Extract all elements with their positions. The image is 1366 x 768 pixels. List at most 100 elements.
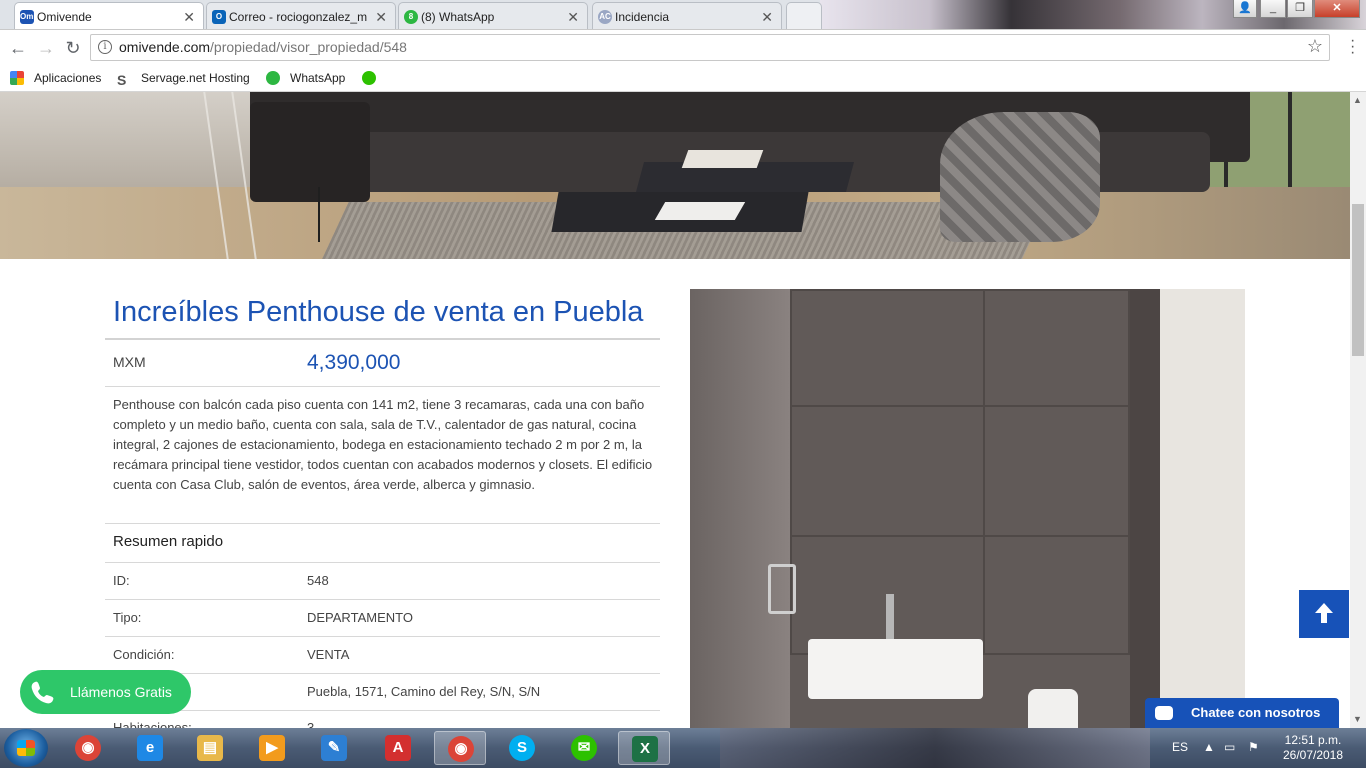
taskbar-app-3[interactable]: ▶ <box>246 731 298 765</box>
summary-value-ubicacion: Puebla, 1571, Camino del Rey, S/N, S/N <box>307 684 541 699</box>
property-photo[interactable] <box>690 289 1245 728</box>
summary-value-habitaciones: 3 <box>307 720 315 728</box>
pen-app-taskbar-icon: ✎ <box>321 735 347 761</box>
divider <box>105 562 660 563</box>
new-tab-button[interactable] <box>786 2 822 29</box>
currency-label: MXM <box>113 354 146 370</box>
photo-tile <box>983 535 1130 655</box>
apps-grid-icon <box>10 71 24 85</box>
wechat-icon <box>362 71 376 85</box>
summary-value-condicion: VENTA <box>307 647 350 662</box>
hero-book <box>681 150 764 168</box>
restore-button[interactable]: ❐ <box>1287 0 1313 18</box>
taskbar-app-6[interactable]: ◉ <box>434 731 486 765</box>
action-center-flag-icon[interactable]: ⚑ <box>1248 740 1259 754</box>
page-scrollbar[interactable]: ▲ ▼ <box>1350 92 1366 728</box>
scroll-down-arrow-icon[interactable]: ▼ <box>1353 714 1362 724</box>
tab-incidencia[interactable]: AC Incidencia ✕ <box>592 2 782 29</box>
taskbar-app-7[interactable]: S <box>496 731 548 765</box>
bookmark-star-icon[interactable]: ☆ <box>1307 36 1323 57</box>
tab-label: Omivende <box>37 10 92 24</box>
forward-arrow-icon[interactable]: → <box>36 38 56 58</box>
photo-sink <box>808 639 983 699</box>
language-indicator[interactable]: ES <box>1172 740 1188 754</box>
tab-omivende[interactable]: Omi Omivende ✕ <box>14 2 204 29</box>
page-viewport: Increíbles Penthouse de venta en Puebla … <box>0 92 1350 728</box>
close-tab-icon[interactable]: ✕ <box>371 3 387 29</box>
url-text[interactable]: omivende.com/propiedad/visor_propiedad/5… <box>119 35 407 60</box>
taskbar-app-8[interactable]: ✉ <box>558 731 610 765</box>
system-clock[interactable]: 12:51 p.m. 26/07/2018 <box>1278 733 1348 763</box>
show-hidden-icons-icon[interactable]: ▲ <box>1203 740 1215 754</box>
scrollbar-thumb[interactable] <box>1352 204 1364 356</box>
taskbar-app-2[interactable]: ▤ <box>184 731 236 765</box>
media-player-taskbar-icon: ▶ <box>259 735 285 761</box>
call-free-label: Llámenos Gratis <box>70 684 172 700</box>
clock-date: 26/07/2018 <box>1282 748 1344 762</box>
photo-door-frame <box>690 289 790 728</box>
divider <box>105 599 660 600</box>
taskbar-app-0[interactable]: ◉ <box>62 731 114 765</box>
reload-icon[interactable]: ↻ <box>63 38 83 58</box>
divider <box>105 523 660 524</box>
close-tab-icon[interactable]: ✕ <box>567 3 579 29</box>
divider <box>105 710 660 711</box>
outlook-favicon-icon: O <box>212 10 226 24</box>
clock-time: 12:51 p.m. <box>1284 733 1342 747</box>
close-tab-icon[interactable]: ✕ <box>183 3 195 29</box>
taskbar-app-1[interactable]: e <box>124 731 176 765</box>
start-button[interactable] <box>4 729 48 767</box>
tab-strip: Omi Omivende ✕ O Correo - rociogonzalez_… <box>0 0 1366 30</box>
bookmark-wechat[interactable] <box>362 65 386 91</box>
chrome-menu-icon[interactable]: · · · <box>1350 33 1356 61</box>
hero-sofa-arm <box>250 102 370 202</box>
bookmark-whatsapp[interactable]: WhatsApp <box>266 65 345 91</box>
summary-label-habitaciones: Habitaciones: <box>113 720 192 728</box>
chat-button[interactable]: Chatee con nosotros <box>1145 698 1339 728</box>
summary-value-id: 548 <box>307 573 329 588</box>
back-to-top-button[interactable] <box>1299 590 1349 638</box>
back-arrow-icon[interactable]: ← <box>8 38 28 58</box>
chat-label: Chatee con nosotros <box>1191 705 1321 720</box>
omivende-favicon-icon: Omi <box>20 10 36 24</box>
hero-blanket <box>940 112 1100 242</box>
divider <box>105 673 660 674</box>
hero-banner-image <box>0 92 1350 259</box>
taskbar-app-9[interactable]: X <box>618 731 670 765</box>
chrome-active-taskbar-icon: ◉ <box>448 736 474 762</box>
minimize-button[interactable]: _ <box>1260 0 1286 18</box>
bookmark-servage[interactable]: S Servage.net Hosting <box>117 65 250 91</box>
photo-faucet <box>886 594 894 639</box>
bookmark-aplicaciones[interactable]: Aplicaciones <box>10 65 101 91</box>
site-info-icon[interactable]: i <box>98 40 112 54</box>
property-title: Increíbles Penthouse de venta en Puebla <box>113 296 644 328</box>
close-window-button[interactable]: ✕ <box>1314 0 1360 18</box>
windows-taskbar: ◉ e ▤ ▶ ✎ A ◉ S ✉ X ES ▲ ▭ ⚑ 12:51 p.m. … <box>0 728 1366 768</box>
taskbar-app-4[interactable]: ✎ <box>308 731 360 765</box>
summary-heading: Resumen rapido <box>113 533 224 550</box>
summary-label-condicion: Condición: <box>113 647 175 662</box>
call-free-button[interactable]: Llámenos Gratis <box>20 670 191 714</box>
bookmarks-bar: Aplicaciones S Servage.net Hosting WhatsA… <box>0 65 1366 92</box>
property-description: Penthouse con balcón cada piso cuenta co… <box>113 397 653 492</box>
property-price: 4,390,000 <box>307 351 401 374</box>
close-tab-icon[interactable]: ✕ <box>761 3 773 29</box>
scroll-up-arrow-icon[interactable]: ▲ <box>1353 95 1362 105</box>
file-explorer-taskbar-icon: ▤ <box>197 735 223 761</box>
servage-icon: S <box>117 72 127 88</box>
network-icon[interactable]: ▭ <box>1224 740 1235 754</box>
address-bar[interactable]: i omivende.com/propiedad/visor_propiedad… <box>90 34 1330 61</box>
taskbar-wallpaper <box>720 728 1150 768</box>
windows-logo-icon <box>17 740 35 756</box>
photo-towel-hanger <box>768 564 796 614</box>
tab-whatsapp[interactable]: 8 (8) WhatsApp ✕ <box>398 2 588 29</box>
profile-button[interactable]: 👤 <box>1233 0 1257 18</box>
tab-correo[interactable]: O Correo - rociogonzalez_m ✕ <box>206 2 396 29</box>
hero-plate <box>654 202 746 220</box>
taskbar-app-5[interactable]: A <box>372 731 424 765</box>
skype-taskbar-icon: S <box>509 735 535 761</box>
chrome-taskbar-icon: ◉ <box>75 735 101 761</box>
photo-tile <box>790 289 985 407</box>
summary-label-tipo: Tipo: <box>113 610 142 625</box>
tab-label: Correo - rociogonzalez_m <box>229 10 368 24</box>
